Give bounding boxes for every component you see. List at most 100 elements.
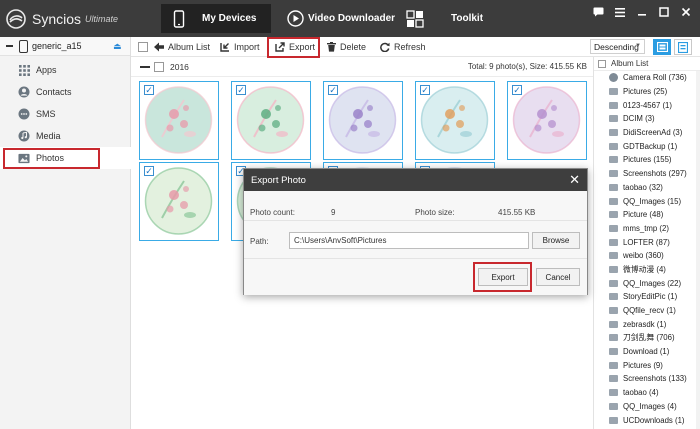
album-item[interactable]: LOFTER (87) bbox=[594, 235, 700, 249]
album-item[interactable]: Picture (48) bbox=[594, 208, 700, 222]
delete-label: Delete bbox=[340, 42, 367, 52]
album-item[interactable]: taobao (4) bbox=[594, 386, 700, 400]
album-item[interactable]: UCDownloads (1) bbox=[594, 413, 700, 427]
folder-icon bbox=[609, 375, 618, 383]
album-item[interactable]: Pictures (155) bbox=[594, 153, 700, 167]
album-item[interactable]: Screenshots (133) bbox=[594, 372, 700, 386]
menu-icon[interactable] bbox=[614, 6, 626, 18]
album-item[interactable]: mms_tmp (2) bbox=[594, 222, 700, 236]
device-name: generic_a15 bbox=[32, 41, 82, 51]
photo-checkbox[interactable]: ✓ bbox=[236, 85, 246, 95]
delete-button[interactable]: Delete bbox=[327, 37, 366, 57]
photo-thumbnail[interactable]: ✓ bbox=[139, 162, 219, 241]
album-item[interactable]: Screenshots (297) bbox=[594, 167, 700, 181]
sidebar-item-apps[interactable]: Apps bbox=[0, 59, 131, 81]
album-item-label: QQ_Images (22) bbox=[623, 278, 682, 288]
group-select-checkbox[interactable] bbox=[154, 62, 164, 72]
maximize-icon[interactable] bbox=[658, 6, 670, 18]
grid-view-button[interactable] bbox=[653, 39, 671, 55]
path-label: Path: bbox=[250, 237, 269, 246]
sidebar-item-media[interactable]: Media bbox=[0, 125, 131, 147]
select-all-checkbox[interactable] bbox=[138, 37, 148, 57]
grid-view-icon bbox=[656, 42, 668, 52]
photo-size-value: 415.55 KB bbox=[498, 208, 536, 217]
album-item-label: Pictures (25) bbox=[623, 87, 668, 97]
tab-video-downloader[interactable]: Video Downloader bbox=[287, 4, 397, 33]
album-item-label: Pictures (9) bbox=[623, 360, 663, 370]
album-select-all-checkbox[interactable] bbox=[598, 59, 606, 68]
folder-icon bbox=[609, 224, 618, 232]
album-item[interactable]: 微博动漫 (4) bbox=[594, 263, 700, 277]
album-list-title: Album List bbox=[611, 59, 649, 68]
album-item[interactable]: Download (1) bbox=[594, 345, 700, 359]
app-name: Syncios bbox=[32, 11, 82, 27]
sidebar-item-sms[interactable]: SMS bbox=[0, 103, 131, 125]
album-item[interactable]: 刀剑乱舞 (706) bbox=[594, 331, 700, 345]
collapse-group-icon[interactable] bbox=[140, 66, 150, 68]
album-item[interactable]: DidiScreenAd (3) bbox=[594, 126, 700, 140]
album-list-button[interactable]: Album List bbox=[154, 37, 210, 57]
minimize-icon[interactable] bbox=[636, 6, 648, 18]
browse-label: Browse bbox=[542, 236, 570, 245]
album-item[interactable]: QQ_Images (15) bbox=[594, 194, 700, 208]
export-path-input[interactable]: C:\Users\AnvSoft\Pictures bbox=[289, 232, 529, 249]
detail-view-button[interactable] bbox=[674, 39, 692, 55]
photo-checkbox[interactable]: ✓ bbox=[144, 166, 154, 176]
photo-checkbox[interactable]: ✓ bbox=[512, 85, 522, 95]
photo-checkbox[interactable]: ✓ bbox=[328, 85, 338, 95]
folder-icon bbox=[609, 197, 618, 205]
album-item[interactable]: weibo (360) bbox=[594, 249, 700, 263]
album-item-label: DCIM (3) bbox=[623, 114, 655, 124]
app-edition: Ultimate bbox=[85, 14, 119, 24]
import-button[interactable]: Import bbox=[220, 37, 260, 57]
album-item-label: LOFTER (87) bbox=[623, 237, 670, 247]
folder-icon bbox=[609, 348, 618, 356]
album-scrollbar[interactable] bbox=[696, 71, 700, 429]
sidebar-item-label: Media bbox=[36, 131, 61, 141]
dialog-title-bar: Export Photo bbox=[244, 169, 587, 191]
sort-order-select[interactable]: Descending ▼ bbox=[590, 39, 645, 54]
message-icon[interactable] bbox=[592, 6, 604, 18]
photo-thumbnail[interactable]: ✓ bbox=[415, 81, 495, 160]
album-item-label: DidiScreenAd (3) bbox=[623, 128, 683, 138]
cancel-label: Cancel bbox=[545, 272, 571, 282]
photo-checkbox[interactable]: ✓ bbox=[144, 85, 154, 95]
album-item[interactable]: zebrasdk (1) bbox=[594, 317, 700, 331]
album-list-header[interactable]: Album List bbox=[594, 57, 700, 71]
album-item[interactable]: GDTBackup (1) bbox=[594, 139, 700, 153]
refresh-button[interactable]: Refresh bbox=[380, 37, 426, 57]
trash-icon bbox=[327, 42, 336, 52]
album-item[interactable]: Camera Roll (736) bbox=[594, 71, 700, 85]
dialog-close-icon[interactable]: ✕ bbox=[569, 173, 580, 186]
browse-button[interactable]: Browse bbox=[532, 232, 580, 249]
album-item[interactable]: taobao (32) bbox=[594, 181, 700, 195]
device-selector[interactable]: generic_a15 ⏏ bbox=[0, 37, 130, 56]
album-item[interactable]: DCIM (3) bbox=[594, 112, 700, 126]
album-item[interactable]: StoryEditPic (1) bbox=[594, 290, 700, 304]
photo-checkbox[interactable]: ✓ bbox=[420, 85, 430, 95]
photo-thumbnail[interactable]: ✓ bbox=[323, 81, 403, 160]
folder-icon bbox=[609, 88, 618, 96]
album-item[interactable]: QQ_Images (22) bbox=[594, 276, 700, 290]
cancel-button[interactable]: Cancel bbox=[536, 268, 580, 286]
sidebar-item-contacts[interactable]: Contacts bbox=[0, 81, 131, 103]
export-highlight-box bbox=[267, 37, 320, 58]
photo-thumbnail[interactable]: ✓ bbox=[507, 81, 587, 160]
detail-view-icon bbox=[678, 41, 688, 53]
eject-icon[interactable]: ⏏ bbox=[113, 41, 122, 52]
photo-thumbnail[interactable]: ✓ bbox=[231, 81, 311, 160]
photo-thumbnail[interactable]: ✓ bbox=[139, 81, 219, 160]
folder-icon bbox=[609, 320, 618, 328]
tab-my-devices[interactable]: My Devices bbox=[161, 4, 271, 33]
sidebar-item-label: Contacts bbox=[36, 87, 72, 97]
album-item[interactable]: QQ_Images (4) bbox=[594, 400, 700, 414]
album-item[interactable]: Pictures (9) bbox=[594, 358, 700, 372]
collapse-dash-icon bbox=[6, 45, 13, 47]
folder-icon bbox=[609, 334, 618, 342]
album-item[interactable]: QQfile_recv (1) bbox=[594, 304, 700, 318]
folder-icon bbox=[609, 129, 618, 137]
tab-toolkit[interactable]: Toolkit bbox=[406, 4, 486, 33]
close-icon[interactable] bbox=[680, 6, 692, 18]
album-item[interactable]: Pictures (25) bbox=[594, 85, 700, 99]
album-item[interactable]: 0123-4567 (1) bbox=[594, 98, 700, 112]
